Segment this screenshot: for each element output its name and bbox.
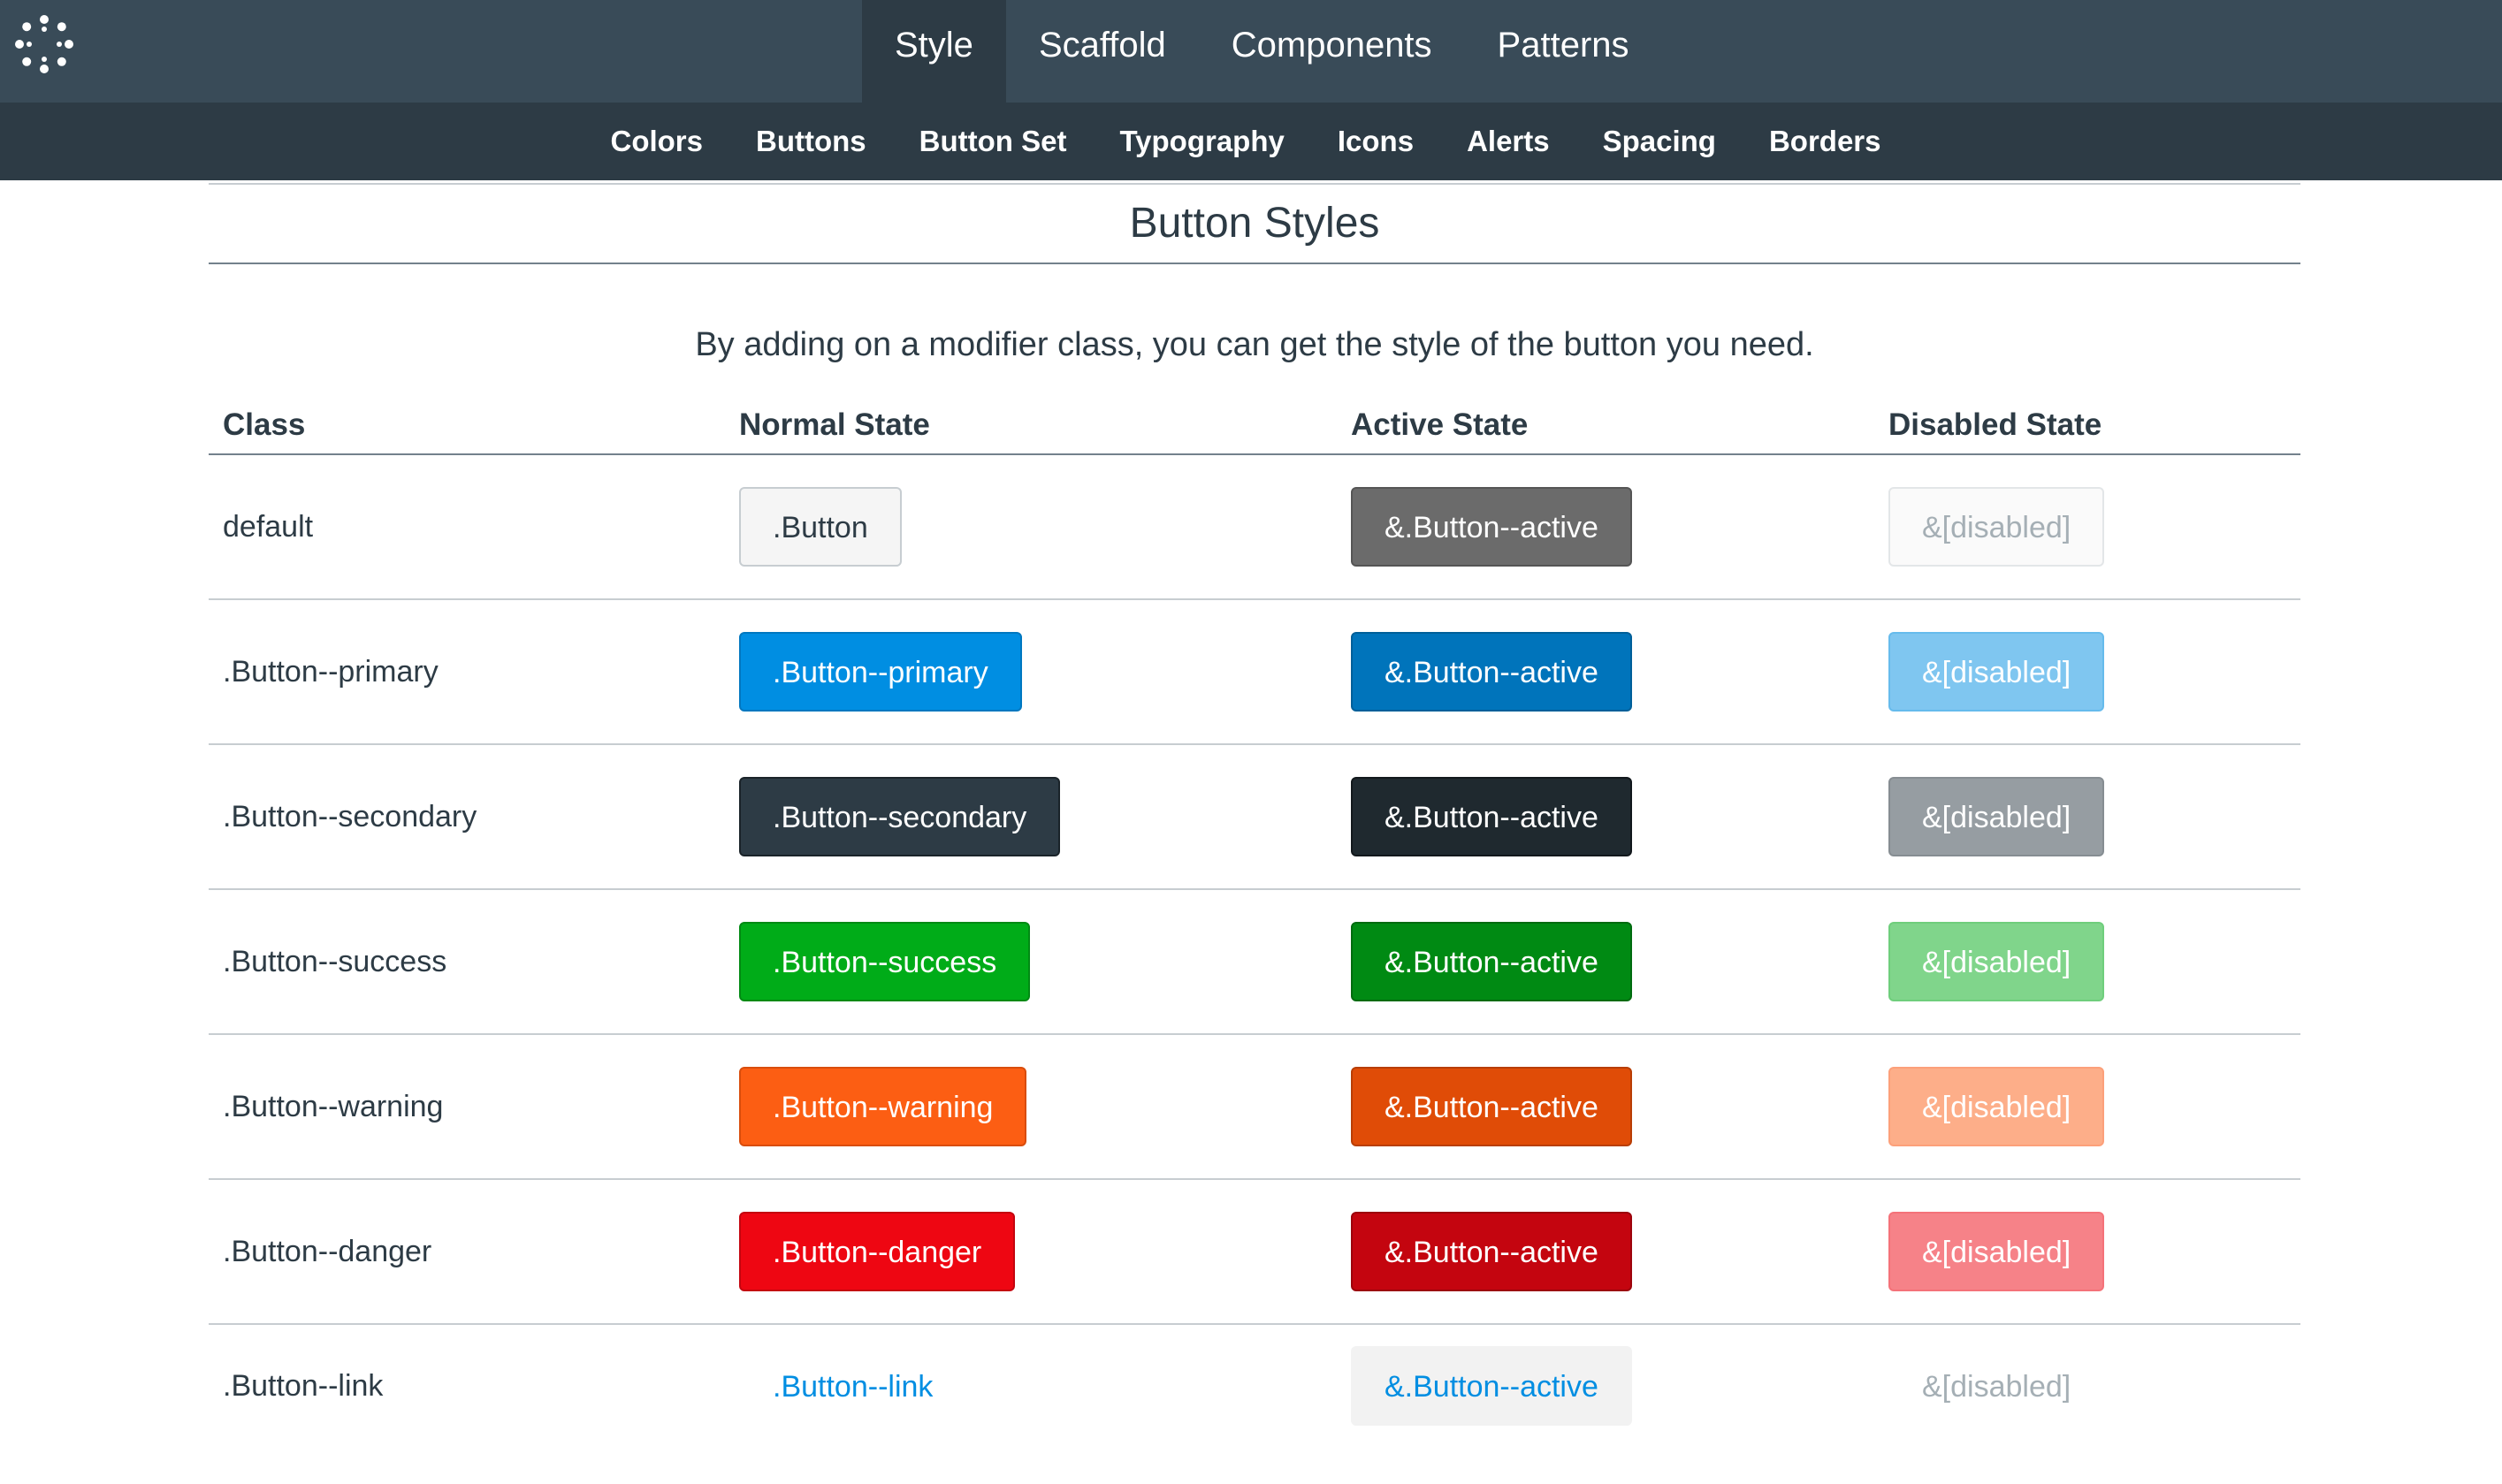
button-primary-disabled: &[disabled]	[1888, 632, 2105, 712]
button-secondary-active[interactable]: &.Button--active	[1351, 777, 1632, 856]
button-secondary-normal[interactable]: .Button--secondary	[739, 777, 1061, 856]
class-name-cell: .Button--secondary	[209, 744, 725, 890]
header-normal-state: Normal State	[725, 399, 1337, 455]
class-name-cell: .Button--warning	[209, 1034, 725, 1180]
header-active-state: Active State	[1337, 399, 1874, 455]
canvas-logo-icon[interactable]	[12, 12, 76, 76]
sub-nav: Colors Buttons Button Set Typography Ico…	[0, 103, 2502, 180]
subnav-spacing[interactable]: Spacing	[1603, 125, 1716, 158]
section-title: Button Styles	[209, 185, 2300, 264]
button-danger-normal[interactable]: .Button--danger	[739, 1212, 1016, 1291]
button-success-disabled: &[disabled]	[1888, 922, 2105, 1001]
table-row: .Button--primary .Button--primary &.Butt…	[209, 599, 2300, 745]
subnav-typography[interactable]: Typography	[1119, 125, 1284, 158]
button-primary-active[interactable]: &.Button--active	[1351, 632, 1632, 712]
tab-components[interactable]: Components	[1199, 0, 1465, 103]
button-link-disabled: &[disabled]	[1922, 1370, 2071, 1404]
button-link-normal[interactable]: .Button--link	[739, 1346, 966, 1426]
button-primary-normal[interactable]: .Button--primary	[739, 632, 1022, 712]
class-name-cell: .Button--danger	[209, 1179, 725, 1325]
top-nav: Style Scaffold Components Patterns	[862, 0, 1662, 103]
top-bar: Style Scaffold Components Patterns	[0, 0, 2502, 103]
button-styles-table: Class Normal State Active State Disabled…	[209, 399, 2300, 1484]
button-danger-disabled: &[disabled]	[1888, 1212, 2105, 1291]
button-warning-normal[interactable]: .Button--warning	[739, 1067, 1027, 1146]
button-default-normal[interactable]: .Button	[739, 487, 902, 567]
button-success-normal[interactable]: .Button--success	[739, 922, 1031, 1001]
table-row: .Button--secondary .Button--secondary &.…	[209, 744, 2300, 890]
table-row: default .Button &.Button--active &[disab…	[209, 454, 2300, 600]
button-warning-disabled: &[disabled]	[1888, 1067, 2105, 1146]
table-row: .Button--success .Button--success &.Butt…	[209, 889, 2300, 1035]
class-name-cell: default	[209, 454, 725, 600]
table-row: .Button--danger .Button--danger &.Button…	[209, 1179, 2300, 1325]
tab-patterns[interactable]: Patterns	[1465, 0, 1662, 103]
main-content: Button Styles By adding on a modifier cl…	[209, 183, 2300, 1484]
button-default-disabled: &[disabled]	[1888, 487, 2105, 567]
subnav-buttons[interactable]: Buttons	[756, 125, 866, 158]
button-link-active[interactable]: &.Button--active	[1351, 1346, 1632, 1426]
table-row: .Button--link .Button--link &.Button--ac…	[209, 1324, 2300, 1484]
tab-scaffold[interactable]: Scaffold	[1006, 0, 1199, 103]
button-danger-active[interactable]: &.Button--active	[1351, 1212, 1632, 1291]
subnav-icons[interactable]: Icons	[1338, 125, 1414, 158]
subnav-alerts[interactable]: Alerts	[1467, 125, 1550, 158]
class-name-cell: .Button--primary	[209, 599, 725, 745]
button-default-active[interactable]: &.Button--active	[1351, 487, 1632, 567]
header-disabled-state: Disabled State	[1874, 399, 2300, 455]
table-row: .Button--warning .Button--warning &.Butt…	[209, 1034, 2300, 1180]
button-secondary-disabled: &[disabled]	[1888, 777, 2105, 856]
button-warning-active[interactable]: &.Button--active	[1351, 1067, 1632, 1146]
tab-style[interactable]: Style	[862, 0, 1006, 103]
class-name-cell: .Button--success	[209, 889, 725, 1035]
section-intro: By adding on a modifier class, you can g…	[695, 326, 1814, 363]
table-header-row: Class Normal State Active State Disabled…	[209, 399, 2300, 455]
header-class: Class	[209, 399, 725, 455]
subnav-borders[interactable]: Borders	[1769, 125, 1881, 158]
subnav-colors[interactable]: Colors	[610, 125, 703, 158]
subnav-button-set[interactable]: Button Set	[919, 125, 1067, 158]
class-name-cell: .Button--link	[223, 1369, 384, 1403]
button-success-active[interactable]: &.Button--active	[1351, 922, 1632, 1001]
